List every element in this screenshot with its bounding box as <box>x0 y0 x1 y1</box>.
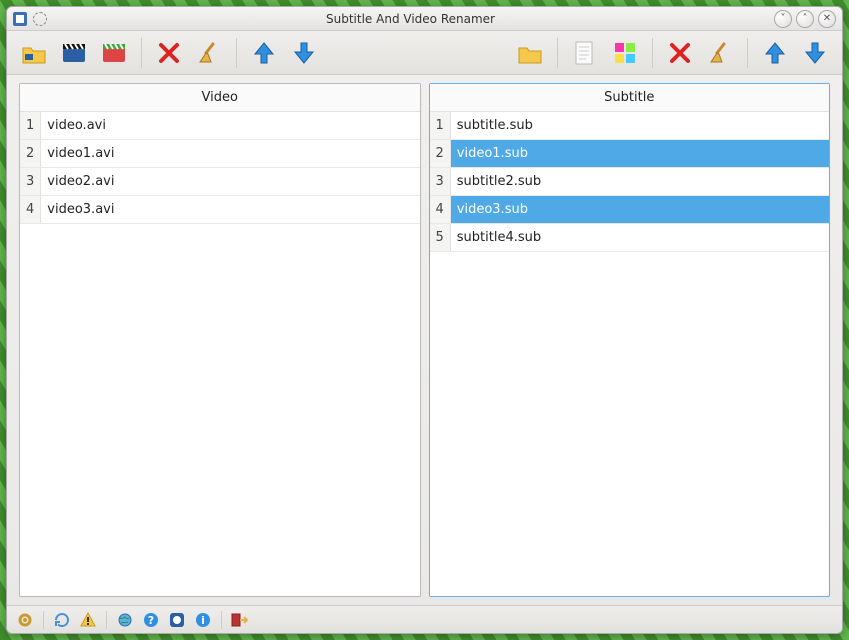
arrow-down-icon <box>802 40 828 66</box>
clapper-icon <box>61 40 87 66</box>
video-row[interactable]: 2video1.avi <box>20 140 420 168</box>
folder-icon <box>21 40 47 66</box>
row-filename: video2.avi <box>41 168 420 196</box>
subtitle-row[interactable]: 3subtitle2.sub <box>430 168 830 196</box>
row-filename: subtitle4.sub <box>450 224 829 252</box>
row-number: 2 <box>20 140 41 168</box>
arrow-down-icon <box>291 40 317 66</box>
row-number: 1 <box>20 112 41 140</box>
add-subtitle-color-button[interactable] <box>608 36 642 70</box>
toolbar <box>7 31 842 75</box>
clear-subtitle-button[interactable] <box>703 36 737 70</box>
row-filename: video3.avi <box>41 196 420 224</box>
row-filename: video1.sub <box>450 140 829 168</box>
delete-x-icon <box>668 41 692 65</box>
row-number: 3 <box>430 168 451 196</box>
subtitle-row[interactable]: 1subtitle.sub <box>430 112 830 140</box>
gear-icon <box>17 612 33 628</box>
video-row[interactable]: 3video2.avi <box>20 168 420 196</box>
preferences-button[interactable] <box>15 610 35 630</box>
maximize-button[interactable]: ˄ <box>796 10 814 28</box>
minimize-button[interactable]: ˅ <box>774 10 792 28</box>
folder-icon <box>517 40 543 66</box>
statusbar: ? i <box>7 605 842 633</box>
document-icon <box>573 40 597 66</box>
statusbar-separator <box>221 611 222 629</box>
info-icon: i <box>195 612 211 628</box>
content-area: Video 1video.avi2video1.avi3video2.avi4v… <box>7 75 842 605</box>
statusbar-separator <box>43 611 44 629</box>
arrow-up-icon <box>762 40 788 66</box>
add-video-button[interactable] <box>57 36 91 70</box>
subtitle-panel-header: Subtitle <box>430 84 830 112</box>
toolbar-separator <box>557 38 558 68</box>
refresh-icon <box>54 612 70 628</box>
app-icon <box>13 12 27 26</box>
row-filename: subtitle2.sub <box>450 168 829 196</box>
help-icon: ? <box>143 612 159 628</box>
video-panel: Video 1video.avi2video1.avi3video2.avi4v… <box>19 83 421 597</box>
toolbar-separator <box>747 38 748 68</box>
video-panel-header: Video <box>20 84 420 112</box>
move-down-video-button[interactable] <box>287 36 321 70</box>
subtitle-list[interactable]: 1subtitle.sub2video1.sub3subtitle2.sub4v… <box>430 112 830 596</box>
window-title: Subtitle And Video Renamer <box>53 12 768 26</box>
clapper-color-icon <box>101 40 127 66</box>
exit-button[interactable] <box>230 610 250 630</box>
toolbar-separator <box>652 38 653 68</box>
move-down-subtitle-button[interactable] <box>798 36 832 70</box>
toolbar-separator <box>141 38 142 68</box>
main-window: Subtitle And Video Renamer ˅ ˄ ✕ <box>6 6 843 634</box>
about-button[interactable] <box>167 610 187 630</box>
delete-subtitle-button[interactable] <box>663 36 697 70</box>
row-filename: video1.avi <box>41 140 420 168</box>
info-button[interactable]: i <box>193 610 213 630</box>
row-number: 1 <box>430 112 451 140</box>
exit-icon <box>231 612 249 628</box>
warning-button[interactable] <box>78 610 98 630</box>
statusbar-separator <box>106 611 107 629</box>
delete-video-button[interactable] <box>152 36 186 70</box>
row-number: 3 <box>20 168 41 196</box>
toolbar-separator <box>236 38 237 68</box>
row-filename: video.avi <box>41 112 420 140</box>
network-button[interactable] <box>115 610 135 630</box>
open-folder-subtitle-button[interactable] <box>513 36 547 70</box>
clear-video-button[interactable] <box>192 36 226 70</box>
row-number: 4 <box>20 196 41 224</box>
broom-icon <box>708 41 732 65</box>
globe-icon <box>117 612 133 628</box>
subtitle-row[interactable]: 2video1.sub <box>430 140 830 168</box>
delete-x-icon <box>157 41 181 65</box>
warning-icon <box>80 612 96 628</box>
svg-text:?: ? <box>148 614 154 627</box>
row-number: 4 <box>430 196 451 224</box>
swatch-icon <box>613 41 637 65</box>
row-filename: subtitle.sub <box>450 112 829 140</box>
busy-indicator-icon <box>33 12 47 26</box>
move-up-subtitle-button[interactable] <box>758 36 792 70</box>
refresh-button[interactable] <box>52 610 72 630</box>
arrow-up-icon <box>251 40 277 66</box>
titlebar: Subtitle And Video Renamer ˅ ˄ ✕ <box>7 7 842 31</box>
help-button[interactable]: ? <box>141 610 161 630</box>
broom-icon <box>197 41 221 65</box>
video-list[interactable]: 1video.avi2video1.avi3video2.avi4video3.… <box>20 112 420 596</box>
close-button[interactable]: ✕ <box>818 10 836 28</box>
row-number: 2 <box>430 140 451 168</box>
window-controls: ˅ ˄ ✕ <box>774 10 836 28</box>
video-row[interactable]: 4video3.avi <box>20 196 420 224</box>
row-number: 5 <box>430 224 451 252</box>
move-up-video-button[interactable] <box>247 36 281 70</box>
add-subtitle-doc-button[interactable] <box>568 36 602 70</box>
add-video-color-button[interactable] <box>97 36 131 70</box>
about-icon <box>169 612 185 628</box>
open-folder-video-button[interactable] <box>17 36 51 70</box>
subtitle-row[interactable]: 5subtitle4.sub <box>430 224 830 252</box>
subtitle-row[interactable]: 4video3.sub <box>430 196 830 224</box>
video-row[interactable]: 1video.avi <box>20 112 420 140</box>
row-filename: video3.sub <box>450 196 829 224</box>
svg-text:i: i <box>201 614 205 627</box>
subtitle-panel: Subtitle 1subtitle.sub2video1.sub3subtit… <box>429 83 831 597</box>
